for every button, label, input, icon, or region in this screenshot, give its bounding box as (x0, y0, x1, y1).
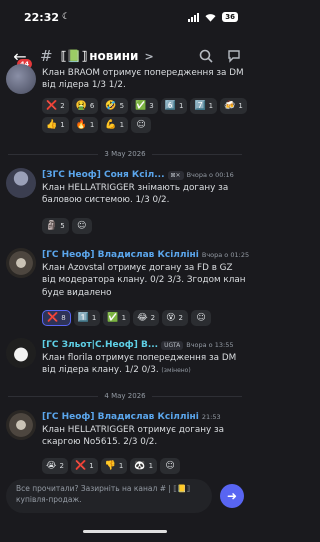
avatar[interactable] (6, 338, 36, 368)
message-text: Клан BRAOM отримує попередження за DM ві… (42, 68, 244, 91)
message-text: Клан HELLATRIGGER знімають догану за бал… (42, 183, 229, 206)
add-reaction-button[interactable]: ☺ (160, 458, 181, 474)
add-reaction-button[interactable]: ☺ (71, 218, 92, 234)
reaction[interactable]: 👍 1 (42, 117, 69, 133)
timestamp: 21:53 (201, 413, 221, 421)
moon-icon: ☾ (62, 12, 71, 22)
channel-title[interactable]: ⟦📗⟧ новини > (61, 49, 154, 63)
reaction[interactable]: 🤣 5 (101, 98, 129, 114)
reaction[interactable]: 😂 2 (133, 310, 160, 326)
message[interactable]: Клан BRAOM отримує попередження за DM ві… (0, 64, 250, 140)
home-indicator[interactable] (83, 530, 167, 533)
arrow-right-icon: ➜ (226, 489, 238, 503)
avatar[interactable] (6, 64, 36, 94)
message-input[interactable]: Все прочитали? Зазирніть на канал # | ⟦📒… (6, 479, 212, 513)
signal-icon (188, 12, 200, 22)
timestamp: Вчора о 00:16 (186, 171, 234, 179)
reaction[interactable]: 🔥 1 (71, 117, 99, 133)
add-reaction-button[interactable]: ☺ (191, 310, 212, 326)
search-icon[interactable] (198, 48, 214, 64)
author-name[interactable]: [ЗГС Неоф] Соня Ксіл... (42, 170, 165, 180)
timestamp: Вчора о 13:55 (186, 341, 234, 349)
reaction-bar: ❌ 2 🤮 6 🤣 5 ✅ 3 6️⃣ 1 7️⃣ 1 🍻 1 👍 1 🔥 1 💪 1 ☺ (42, 98, 248, 133)
message-composer: Все прочитали? Зазирніть на канал # | ⟦📒… (6, 478, 244, 514)
timestamp: Вчора о 01:25 (201, 251, 250, 259)
reaction[interactable]: ✅ 3 (131, 98, 158, 114)
message[interactable]: [ГС Неоф] Владислав Ксілліні 21:53 Клан … (0, 410, 250, 476)
date-separator: 4 May 2026 (0, 392, 250, 400)
reaction[interactable]: 6️⃣ 1 (160, 98, 188, 114)
clock: 22:32 (24, 10, 60, 24)
reaction-bar: 😭 2 ❌ 1 👎 1 🐼 1 ☺ (42, 458, 248, 474)
avatar[interactable] (6, 410, 36, 440)
channel-prefix: ⟦📗⟧ (60, 49, 88, 63)
add-reaction-icon: ☺ (136, 120, 146, 130)
wifi-icon (205, 13, 216, 22)
add-reaction-button[interactable]: ☺ (131, 117, 152, 133)
message[interactable]: [ЗГС Неоф] Соня Ксіл... ⊠✕ Вчора о 00:16… (0, 168, 250, 238)
reaction[interactable]: 🗿 5 (42, 218, 69, 234)
reaction[interactable]: 💪 1 (101, 117, 129, 133)
reaction[interactable]: 🍻 1 (220, 98, 247, 114)
author-name[interactable]: [ГС Зльот|С.Неоф] В... (42, 340, 158, 350)
reaction[interactable]: ❌ 1 (71, 458, 98, 474)
date-separator: 3 May 2026 (0, 150, 250, 158)
message[interactable]: [ГС Неоф] Владислав Ксілліні Вчора о 01:… (0, 248, 250, 328)
battery-icon: 36 (222, 12, 238, 22)
message-text: Клан Azovstal отримує догану за FD в GZ … (42, 263, 246, 298)
avatar[interactable] (6, 168, 36, 198)
add-reaction-icon: ☺ (165, 461, 175, 471)
message-text: Клан HELLATRIGGER отримує догану за скар… (42, 425, 225, 448)
message-text: Клан florila отримує попередження за DM … (42, 353, 237, 376)
reaction[interactable]: 👎 1 (100, 458, 128, 474)
send-button[interactable]: ➜ (220, 484, 244, 508)
reaction-bar: 🗿 5 ☺ (42, 218, 248, 234)
reaction[interactable]: 😵 2 (162, 310, 189, 326)
reaction[interactable]: 🤮 6 (71, 98, 99, 114)
reaction[interactable]: 1️⃣ 1 (73, 310, 101, 326)
reaction[interactable]: ❌ 2 (42, 98, 69, 114)
reaction-bar: ❌ 8 1️⃣ 1 ✅ 1 😂 2 😵 2 ☺ (42, 310, 248, 326)
add-reaction-icon: ☺ (76, 221, 87, 231)
add-reaction-icon: ☺ (196, 313, 206, 323)
author-name[interactable]: [ГС Неоф] Владислав Ксілліні (42, 250, 199, 260)
channel-hash-icon: # (40, 47, 53, 65)
server-tag: ⊠✕ (167, 170, 184, 180)
chevron-right-icon: > (144, 49, 154, 63)
reaction[interactable]: ✅ 1 (103, 310, 131, 326)
status-bar: 22:32 ☾ 36 (0, 0, 250, 34)
author-name[interactable]: [ГС Неоф] Владислав Ксілліні (42, 412, 199, 422)
edited-label: (змінено) (161, 367, 191, 375)
reaction[interactable]: 😭 2 (42, 458, 68, 474)
threads-icon[interactable] (226, 48, 242, 64)
avatar[interactable] (6, 248, 36, 278)
message[interactable]: [ГС Зльот|С.Неоф] В... UGTA Вчора о 13:5… (0, 338, 250, 384)
channel-name: новини (89, 49, 139, 63)
reaction[interactable]: 🐼 1 (130, 458, 158, 474)
server-tag: UGTA (161, 340, 184, 350)
reaction[interactable]: 7️⃣ 1 (190, 98, 218, 114)
reaction[interactable]: ❌ 8 (42, 310, 71, 326)
